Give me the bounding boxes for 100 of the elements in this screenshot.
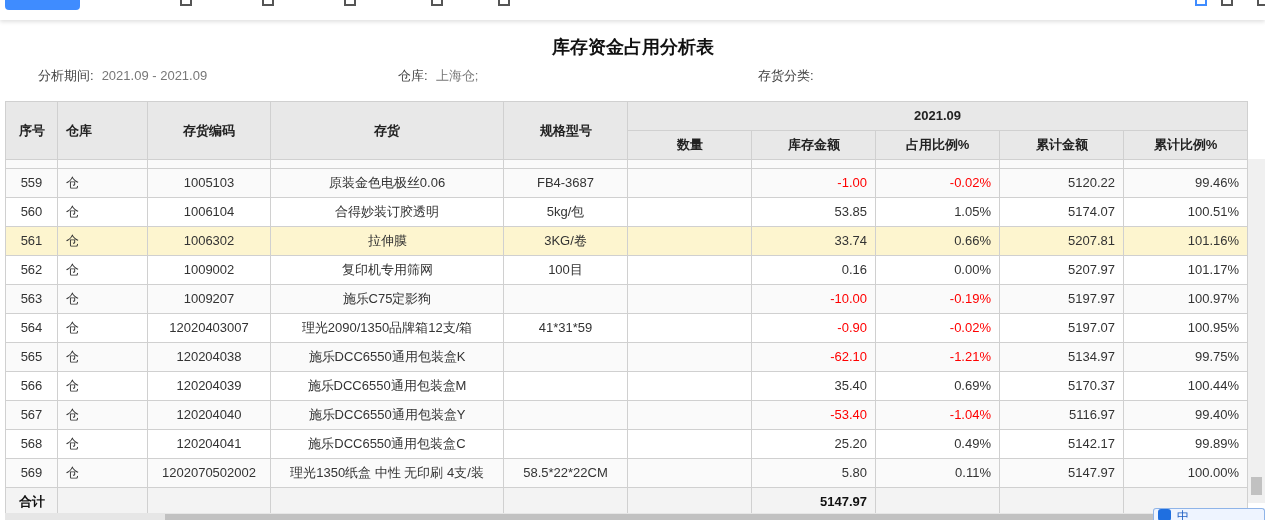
filter-value: 2021.09 - 2021.09: [101, 67, 208, 86]
table-cell: 5207.81: [999, 226, 1124, 256]
table-cell: -0.02%: [875, 313, 1000, 343]
table-cell: 100.00%: [1123, 458, 1248, 488]
table-cell: 5120.22: [999, 168, 1124, 198]
table-cell: 35.40: [751, 371, 876, 401]
table-cell: 0.11%: [875, 458, 1000, 488]
table-cell: -53.40: [751, 400, 876, 430]
table-cell: 仓: [57, 226, 148, 256]
column-header: 累计金额: [999, 130, 1124, 160]
toolbar-icon[interactable]: [1195, 0, 1207, 6]
table-cell: 567: [5, 400, 58, 430]
table-cell: 120204038: [147, 342, 271, 372]
table-cell: 41*31*59: [503, 313, 628, 343]
table-cell: 3KG/卷: [503, 226, 628, 256]
table-cell: 仓: [57, 400, 148, 430]
column-header: 占用比例%: [875, 130, 1000, 160]
table-cell: 120204039: [147, 371, 271, 401]
table-cell: 101.17%: [1123, 255, 1248, 285]
report-title: 库存资金占用分析表: [550, 36, 715, 58]
toolbar-icon[interactable]: [344, 0, 356, 6]
table-cell: 施乐DCC6550通用包装盒K: [270, 342, 504, 372]
table-cell: 5147.97: [999, 458, 1124, 488]
table-cell: 复印机专用筛网: [270, 255, 504, 285]
filter-label: 仓库:: [398, 67, 428, 86]
table-cell: 施乐C75定影狗: [270, 284, 504, 314]
table-cell: -10.00: [751, 284, 876, 314]
column-header: 存货: [270, 101, 504, 160]
table-cell: 仓: [57, 458, 148, 488]
table-cell: 99.40%: [1123, 400, 1248, 430]
table-cell: 施乐DCC6550通用包装盒Y: [270, 400, 504, 430]
column-header: 累计比例%: [1123, 130, 1248, 160]
table-cell: 理光2090/1350品牌箱12支/箱: [270, 313, 504, 343]
horizontal-scrollbar[interactable]: [5, 513, 1155, 520]
table-cell: 1.05%: [875, 197, 1000, 227]
table-cell: 100.51%: [1123, 197, 1248, 227]
table-cell: 5kg/包: [503, 197, 628, 227]
table-cell: 5142.17: [999, 429, 1124, 459]
table-cell: 1006302: [147, 226, 271, 256]
table-cell: 1009207: [147, 284, 271, 314]
table-cell: 合得妙装订胶透明: [270, 197, 504, 227]
toolbar-icon[interactable]: [180, 0, 192, 6]
table-cell: 120204041: [147, 429, 271, 459]
table-cell: 58.5*22*22CM: [503, 458, 628, 488]
table-cell: 568: [5, 429, 58, 459]
filter-label: 分析期间:: [38, 67, 94, 86]
table-cell: 53.85: [751, 197, 876, 227]
column-header: 序号: [5, 101, 58, 160]
table-cell: 560: [5, 197, 58, 227]
table-cell: 5.80: [751, 458, 876, 488]
table-cell: -62.10: [751, 342, 876, 372]
table-cell: -1.21%: [875, 342, 1000, 372]
table-cell: 5197.97: [999, 284, 1124, 314]
table-cell: 99.46%: [1123, 168, 1248, 198]
table-cell: 仓: [57, 342, 148, 372]
filter-value: 上海仓;: [435, 67, 479, 86]
table-cell: -0.02%: [875, 168, 1000, 198]
table-cell: 0.00%: [875, 255, 1000, 285]
table-cell: 566: [5, 371, 58, 401]
table-cell: -1.04%: [875, 400, 1000, 430]
vertical-scrollbar[interactable]: [1248, 159, 1265, 503]
column-header: 规格型号: [503, 101, 628, 160]
table-cell: 0.16: [751, 255, 876, 285]
table-cell: 5174.07: [999, 197, 1124, 227]
table-cell: 5170.37: [999, 371, 1124, 401]
toolbar-icon[interactable]: [262, 0, 274, 6]
toolbar-icon[interactable]: [1221, 0, 1233, 6]
table-cell: 仓: [57, 313, 148, 343]
table-cell: 仓: [57, 255, 148, 285]
table-cell: 5207.97: [999, 255, 1124, 285]
table-cell: 仓: [57, 197, 148, 227]
table-cell: 562: [5, 255, 58, 285]
table-cell: 0.66%: [875, 226, 1000, 256]
table-cell: -0.90: [751, 313, 876, 343]
table-cell: 5116.97: [999, 400, 1124, 430]
table-cell: 仓: [57, 429, 148, 459]
table-cell: 120204040: [147, 400, 271, 430]
table-cell: 仓: [57, 168, 148, 198]
table-cell: 563: [5, 284, 58, 314]
table-cell: 25.20: [751, 429, 876, 459]
table-cell: 569: [5, 458, 58, 488]
table-cell: 101.16%: [1123, 226, 1248, 256]
table-cell: 施乐DCC6550通用包装盒C: [270, 429, 504, 459]
toolbar-icon[interactable]: [431, 0, 443, 6]
table-cell: 仓: [57, 371, 148, 401]
ime-logo-icon: [1158, 509, 1171, 520]
table-cell: 1006104: [147, 197, 271, 227]
period-header: 2021.09: [627, 101, 1248, 131]
table-cell: 理光1350纸盒 中性 无印刷 4支/装: [270, 458, 504, 488]
table-cell: 33.74: [751, 226, 876, 256]
table-cell: 0.69%: [875, 371, 1000, 401]
toolbar-icon[interactable]: [498, 0, 510, 6]
table-cell: 100.44%: [1123, 371, 1248, 401]
table-cell: 99.75%: [1123, 342, 1248, 372]
table-cell: 仓: [57, 284, 148, 314]
column-header: 存货编码: [147, 101, 271, 160]
table-cell: -1.00: [751, 168, 876, 198]
filter-label: 存货分类:: [758, 67, 814, 86]
table-cell: 564: [5, 313, 58, 343]
table-cell: 99.89%: [1123, 429, 1248, 459]
